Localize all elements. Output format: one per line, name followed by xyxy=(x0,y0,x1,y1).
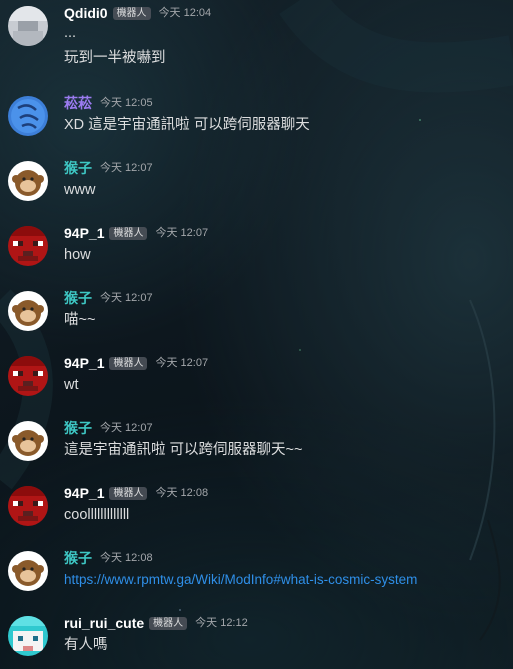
timestamp[interactable]: 今天 12:08 xyxy=(155,484,208,502)
username[interactable]: 猴子 xyxy=(64,289,92,307)
timestamp[interactable]: 今天 12:07 xyxy=(100,419,153,437)
cyan-pixel-face-avatar-icon[interactable] xyxy=(8,616,48,656)
username[interactable]: Qdidi0 xyxy=(64,4,108,22)
message-text: 這是宇宙通訊啦 可以跨伺服器聊天~~ xyxy=(64,442,303,458)
monkey-avatar-icon[interactable] xyxy=(8,551,48,591)
monkey-avatar-icon[interactable] xyxy=(8,421,48,461)
timestamp[interactable]: 今天 12:08 xyxy=(100,549,153,567)
monkey-avatar-icon[interactable] xyxy=(8,161,48,201)
message-header: 菘菘 今天 12:05 xyxy=(64,94,153,112)
message-header: 猴子 今天 12:07 xyxy=(64,289,153,307)
username[interactable]: 猴子 xyxy=(64,159,92,177)
message-text: XD 這是宇宙通訊啦 可以跨伺服器聊天 xyxy=(64,117,310,133)
username[interactable]: rui_rui_cute xyxy=(64,614,144,632)
username[interactable]: 猴子 xyxy=(64,419,92,437)
message-text: 有人嗎 xyxy=(64,637,108,653)
message-list: Qdidi0 機器人 今天 12:04 ... 玩到一半被嚇到 菘菘 今天 12… xyxy=(0,0,513,669)
username[interactable]: 94P_1 xyxy=(64,224,104,242)
blue-calligraphy-avatar-icon[interactable] xyxy=(8,96,48,136)
username[interactable]: 菘菘 xyxy=(64,94,92,112)
red-pixel-face-avatar-icon[interactable] xyxy=(8,356,48,396)
message-item[interactable]: Qdidi0 機器人 今天 12:04 ... 玩到一半被嚇到 xyxy=(0,0,513,66)
red-pixel-face-avatar-icon[interactable] xyxy=(8,486,48,526)
message-item[interactable]: 94P_1 機器人 今天 12:07 how xyxy=(0,220,513,280)
message-header: 94P_1 機器人 今天 12:07 xyxy=(64,354,208,372)
bot-tag: 機器人 xyxy=(112,6,151,20)
timestamp[interactable]: 今天 12:12 xyxy=(195,614,248,632)
message-header: 94P_1 機器人 今天 12:08 xyxy=(64,484,208,502)
message-header: 94P_1 機器人 今天 12:07 xyxy=(64,224,208,242)
grey-pixel-avatar-icon[interactable] xyxy=(8,6,48,46)
message-text: ... xyxy=(64,25,77,41)
bot-tag: 機器人 xyxy=(109,486,148,500)
message-item[interactable]: 94P_1 機器人 今天 12:08 coolllllllllllll xyxy=(0,480,513,540)
message-item[interactable]: 猴子 今天 12:08 https://www.rpmtw.ga/Wiki/Mo… xyxy=(0,545,513,605)
red-pixel-face-avatar-icon[interactable] xyxy=(8,226,48,266)
username[interactable]: 94P_1 xyxy=(64,484,104,502)
monkey-avatar-icon[interactable] xyxy=(8,291,48,331)
bot-tag: 機器人 xyxy=(109,356,148,370)
message-header: Qdidi0 機器人 今天 12:04 xyxy=(64,4,211,22)
message-text: coolllllllllllll xyxy=(64,507,130,523)
message-text: 玩到一半被嚇到 xyxy=(64,50,166,66)
message-text: 喵~~ xyxy=(64,312,96,328)
message-item[interactable]: rui_rui_cute 機器人 今天 12:12 有人嗎 xyxy=(0,610,513,669)
message-text: wt xyxy=(64,377,79,393)
timestamp[interactable]: 今天 12:07 xyxy=(100,289,153,307)
timestamp[interactable]: 今天 12:04 xyxy=(159,4,212,22)
bot-tag: 機器人 xyxy=(149,616,188,630)
message-header: 猴子 今天 12:08 xyxy=(64,549,153,567)
timestamp[interactable]: 今天 12:07 xyxy=(100,159,153,177)
message-text: how xyxy=(64,247,91,263)
message-text: www xyxy=(64,182,96,198)
timestamp[interactable]: 今天 12:05 xyxy=(100,94,153,112)
username[interactable]: 94P_1 xyxy=(64,354,104,372)
timestamp[interactable]: 今天 12:07 xyxy=(155,354,208,372)
message-header: 猴子 今天 12:07 xyxy=(64,159,153,177)
bot-tag: 機器人 xyxy=(109,226,148,240)
message-item[interactable]: 94P_1 機器人 今天 12:07 wt xyxy=(0,350,513,410)
message-item[interactable]: 猴子 今天 12:07 喵~~ xyxy=(0,285,513,345)
message-item[interactable]: 猴子 今天 12:07 www xyxy=(0,155,513,215)
message-item[interactable]: 猴子 今天 12:07 這是宇宙通訊啦 可以跨伺服器聊天~~ xyxy=(0,415,513,475)
message-header: rui_rui_cute 機器人 今天 12:12 xyxy=(64,614,248,632)
username[interactable]: 猴子 xyxy=(64,549,92,567)
timestamp[interactable]: 今天 12:07 xyxy=(155,224,208,242)
message-header: 猴子 今天 12:07 xyxy=(64,419,153,437)
message-link[interactable]: https://www.rpmtw.ga/Wiki/ModInfo#what-i… xyxy=(64,570,417,590)
message-item[interactable]: 菘菘 今天 12:05 XD 這是宇宙通訊啦 可以跨伺服器聊天 xyxy=(0,90,513,150)
